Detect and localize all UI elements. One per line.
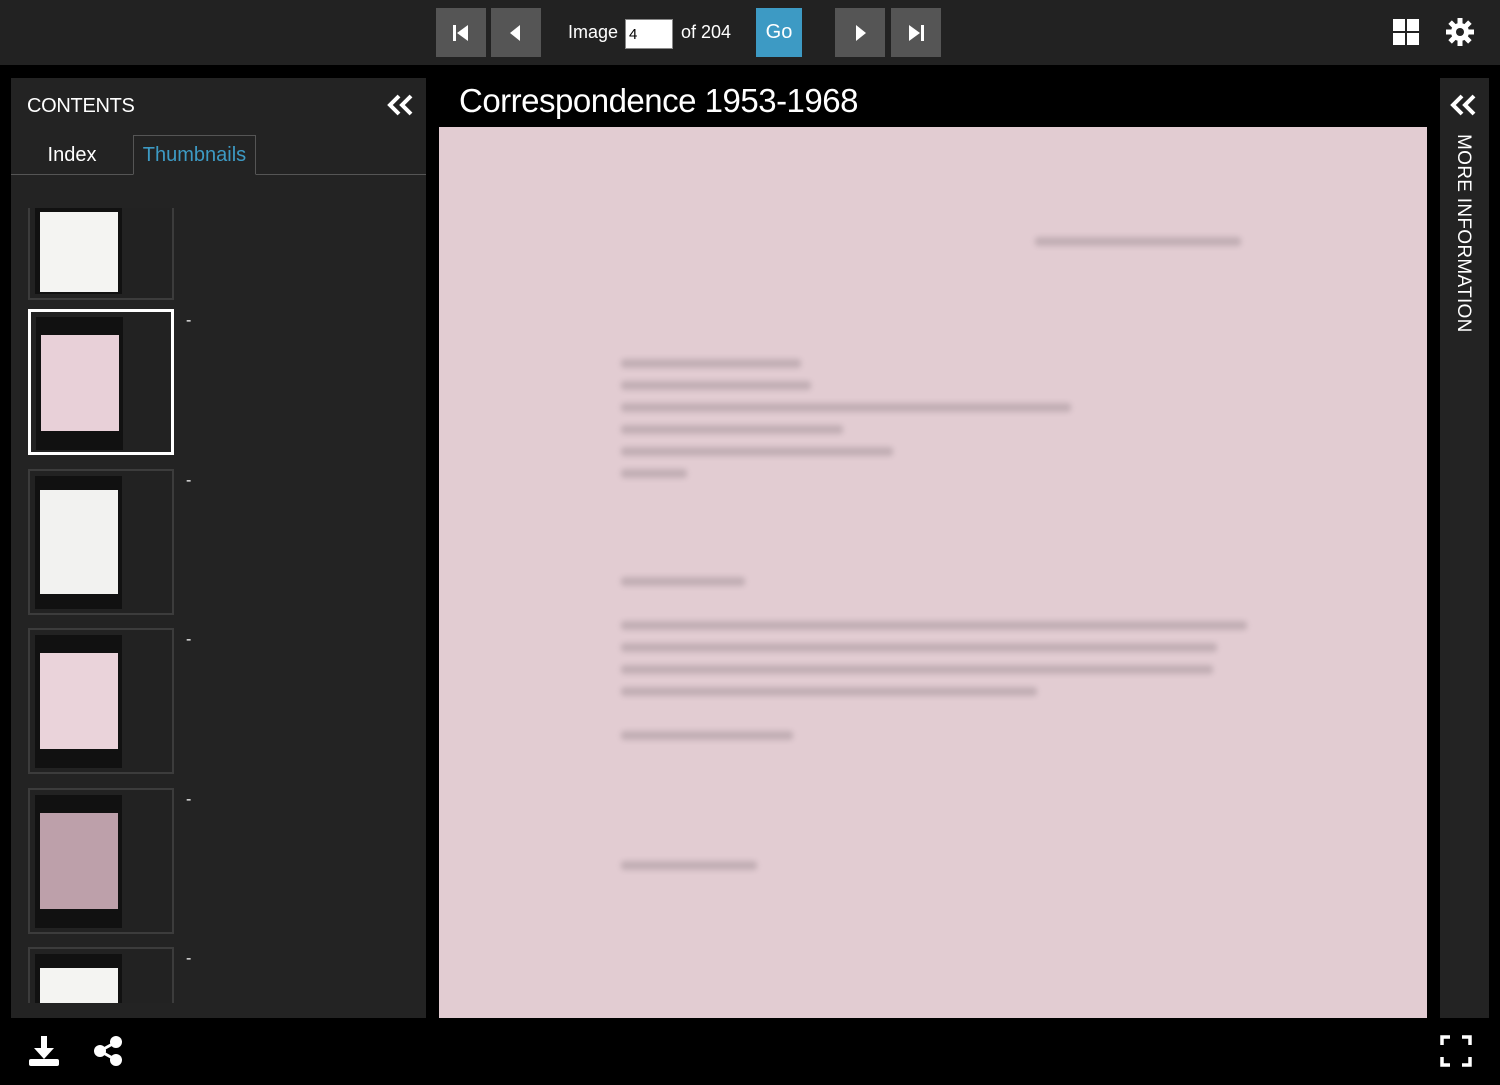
double-chevron-left-icon [1450, 94, 1476, 116]
thumbnail-label: - [186, 631, 192, 648]
letter-closing-line [621, 731, 793, 740]
expand-more-information-button[interactable] [1448, 92, 1480, 118]
share-button[interactable] [88, 1031, 128, 1071]
thumbnail-page [40, 813, 118, 909]
thumbnail-label: - [186, 791, 192, 808]
gallery-grid-icon [1393, 19, 1419, 45]
thumbnail-frame [36, 317, 123, 450]
document-image-viewer[interactable] [439, 127, 1427, 1018]
more-information-label[interactable]: MORE INFORMATION [1452, 134, 1474, 333]
letter-body-line [621, 687, 1037, 696]
thumbnail-page [41, 335, 119, 431]
letter-body-line [621, 665, 1213, 674]
contents-panel: CONTENTS Index Thumbnails - - - - - [11, 78, 426, 1018]
tab-index[interactable]: Index [11, 135, 133, 175]
image-number-input[interactable] [625, 19, 673, 49]
fullscreen-button[interactable] [1436, 1031, 1476, 1071]
gallery-button[interactable] [1390, 16, 1422, 48]
letter-address-line [621, 381, 811, 390]
thumbnail-item[interactable] [28, 469, 174, 615]
thumbnail-frame [35, 954, 122, 1003]
contents-title: CONTENTS [27, 95, 135, 117]
thumbnail-frame [35, 795, 122, 928]
letter-address-line [621, 359, 801, 368]
next-icon [856, 24, 866, 41]
image-label: Image [568, 22, 619, 42]
thumbnail-page [40, 490, 118, 594]
letter-signature-line [621, 861, 757, 870]
fullscreen-icon [1440, 1035, 1472, 1067]
thumbnail-item[interactable] [28, 628, 174, 774]
double-chevron-left-icon [387, 94, 413, 116]
thumbnail-page [40, 212, 118, 292]
letter-body-line [621, 621, 1247, 630]
thumbnail-label: - [186, 472, 192, 489]
share-icon [94, 1036, 122, 1066]
letter-address-line [621, 425, 843, 434]
last-image-button[interactable] [891, 8, 941, 57]
skip-first-icon [453, 24, 468, 41]
download-icon [29, 1036, 59, 1066]
thumbnail-label: - [186, 950, 192, 967]
document-title: Correspondence 1953-1968 [459, 82, 858, 119]
thumbnail-page [40, 653, 118, 749]
skip-last-icon [909, 24, 924, 41]
tab-thumbnails[interactable]: Thumbnails [133, 135, 256, 175]
next-image-button[interactable] [835, 8, 885, 57]
letter-date-line [1035, 237, 1241, 246]
collapse-contents-button[interactable] [385, 92, 417, 118]
thumbnail-page [40, 968, 118, 1003]
thumbnail-list[interactable]: - - - - - [11, 208, 426, 1003]
gear-icon [1446, 18, 1474, 46]
top-toolbar: Image of 204 Go [0, 0, 1500, 65]
image-count-label: of 204 [681, 22, 732, 42]
thumbnail-item-selected[interactable] [28, 309, 174, 455]
thumbnail-item[interactable] [28, 947, 174, 1003]
letter-address-line [621, 403, 1071, 412]
letter-address-line [621, 469, 687, 478]
previous-icon [510, 24, 520, 41]
first-image-button[interactable] [436, 8, 486, 57]
letter-salutation-line [621, 577, 745, 586]
thumbnail-item[interactable] [28, 788, 174, 934]
more-information-panel: MORE INFORMATION [1440, 78, 1489, 1018]
thumbnail-label: - [186, 312, 192, 329]
previous-image-button[interactable] [491, 8, 541, 57]
settings-button[interactable] [1444, 16, 1476, 48]
thumbnail-frame [35, 476, 122, 609]
thumbnail-item[interactable] [28, 208, 174, 300]
thumbnail-frame [35, 208, 122, 294]
download-button[interactable] [24, 1031, 64, 1071]
thumbnail-frame [35, 635, 122, 768]
go-button[interactable]: Go [756, 8, 802, 57]
letter-address-line [621, 447, 893, 456]
letter-body-line [621, 643, 1217, 652]
